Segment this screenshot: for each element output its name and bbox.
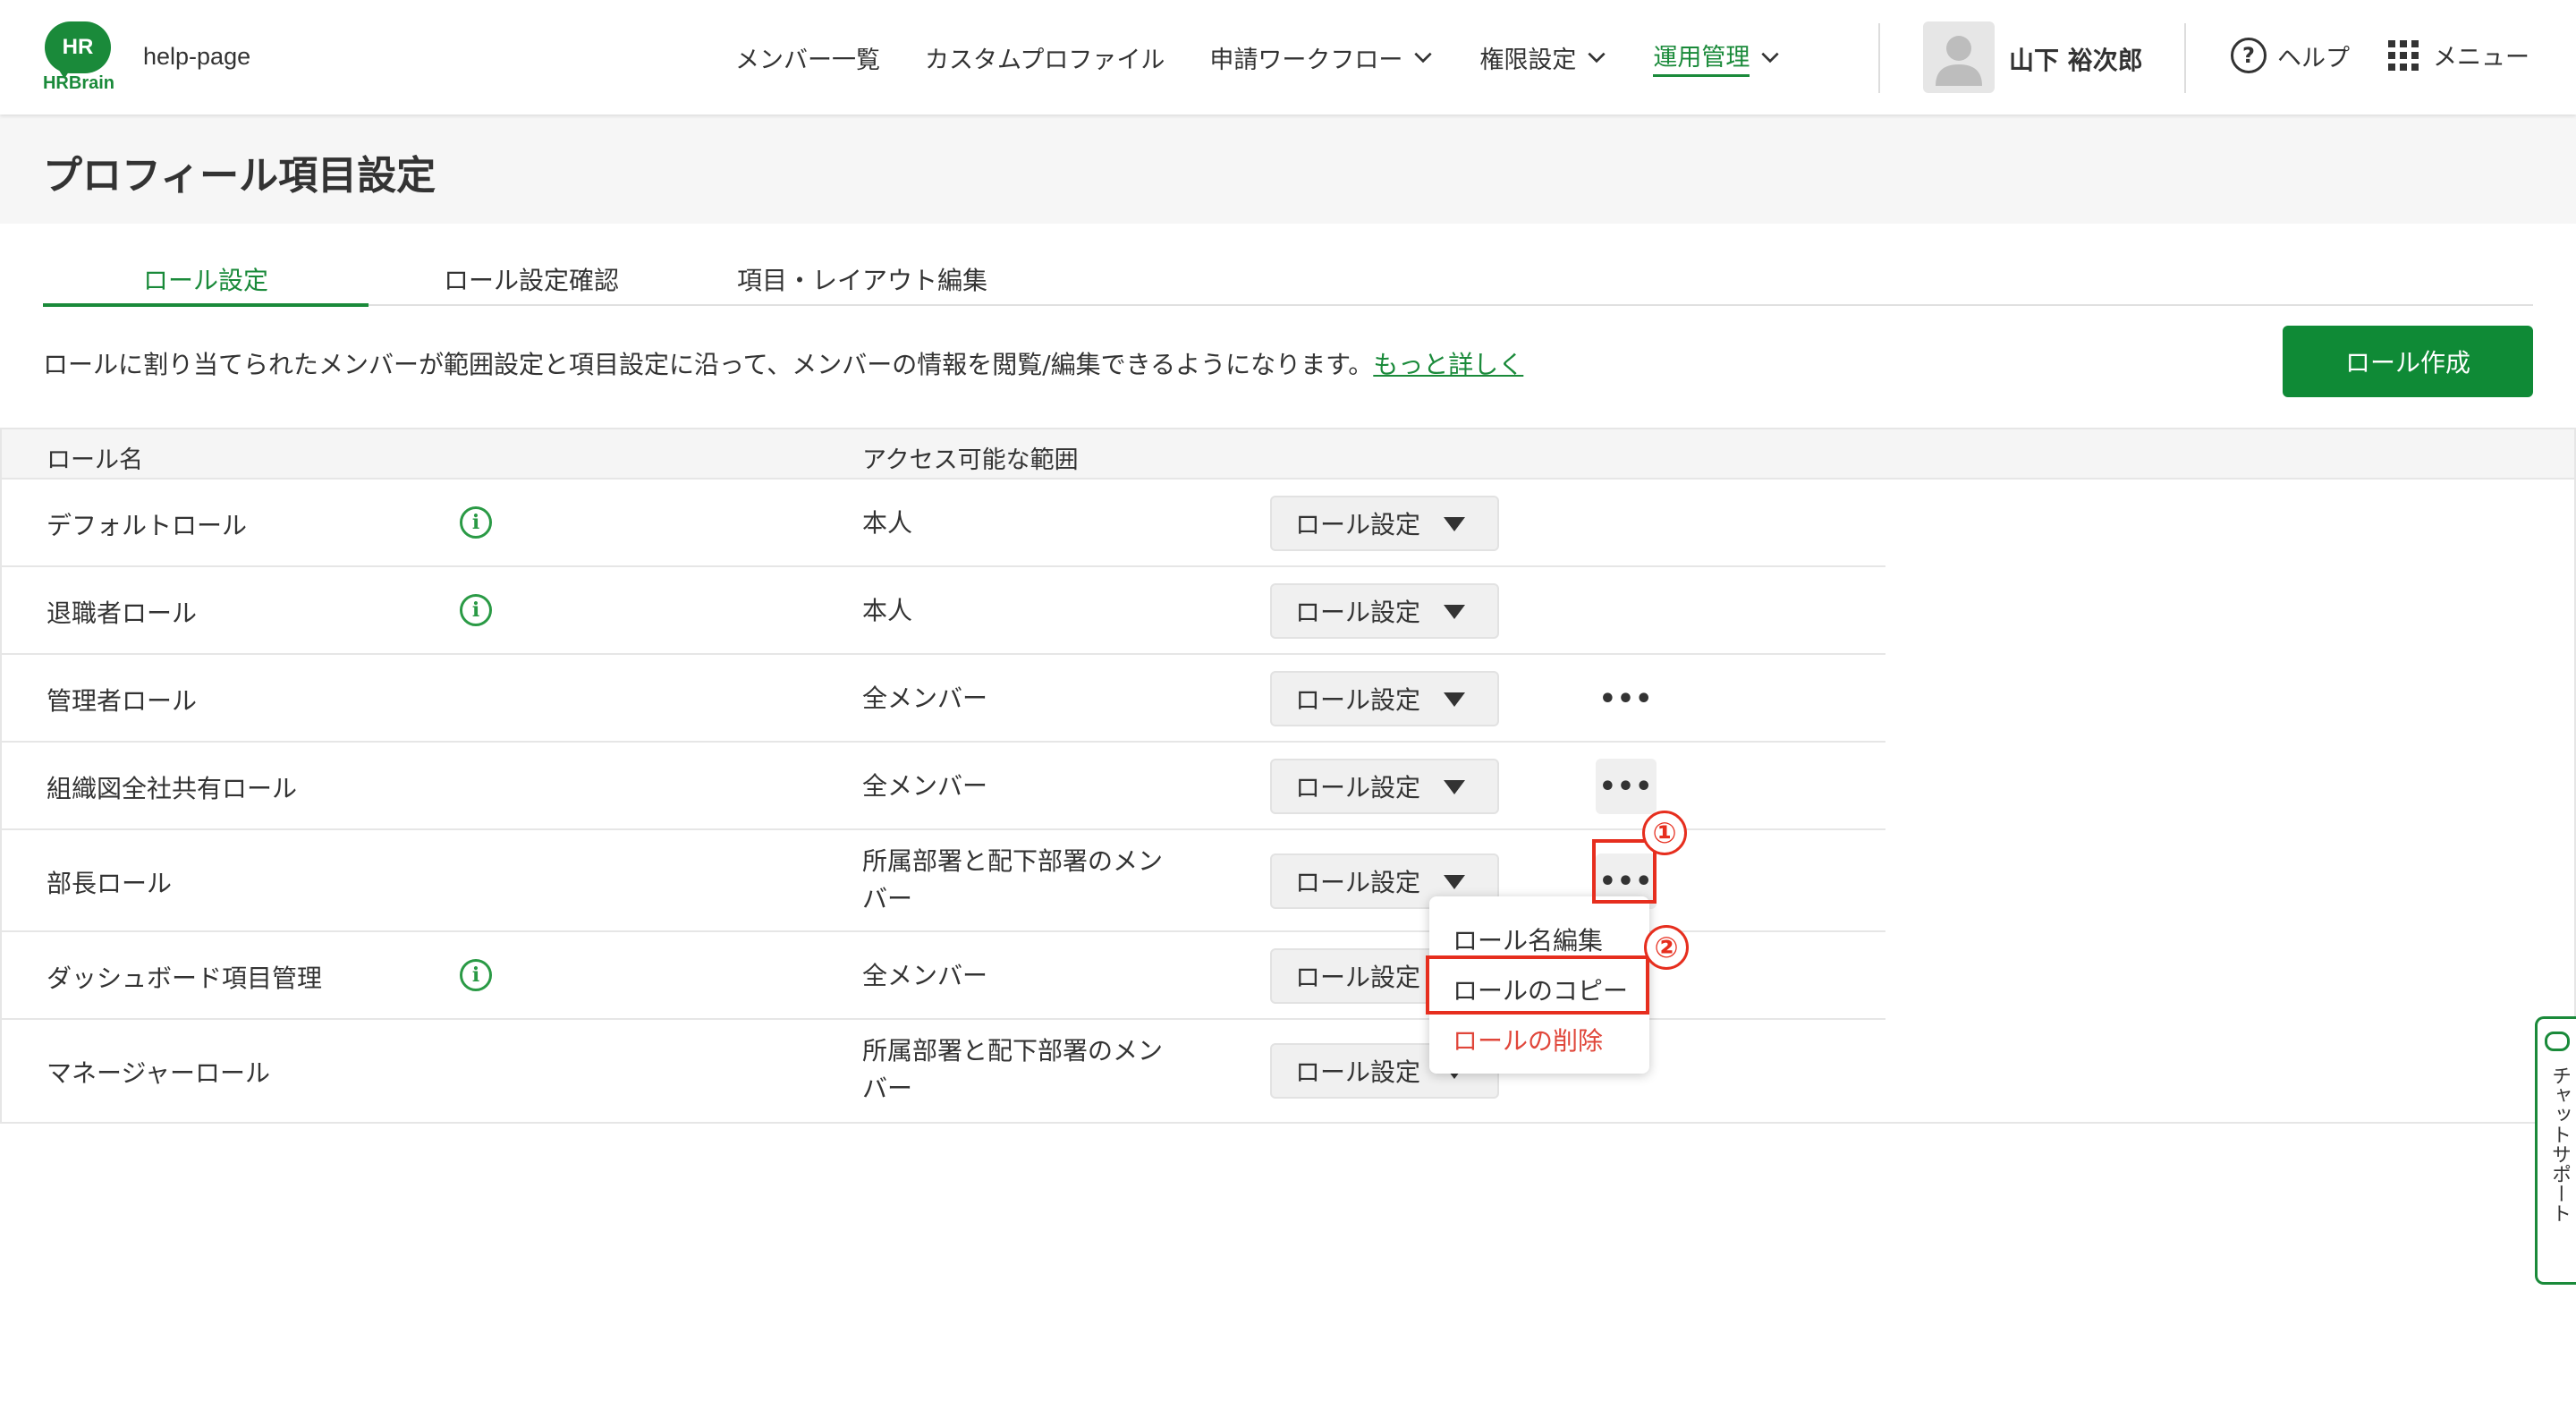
tab-role-confirm[interactable]: ロール設定確認 bbox=[444, 261, 619, 297]
tab-label: 項目・レイアウト編集 bbox=[737, 266, 988, 295]
tab-bar: ロール設定 ロール設定確認 項目・レイアウト編集 bbox=[43, 250, 2533, 307]
role-name: デフォルトロール bbox=[47, 511, 248, 540]
caret-down-icon bbox=[1444, 605, 1465, 619]
role-scope: 本人 bbox=[862, 508, 913, 538]
table-row: 退職者ロール i 本人 ロール設定 bbox=[2, 567, 1885, 655]
role-settings-label: ロール設定 bbox=[1295, 510, 1421, 539]
role-name: 管理者ロール bbox=[47, 686, 198, 716]
role-name: ダッシュボード項目管理 bbox=[47, 964, 323, 993]
user-silhouette-icon bbox=[1936, 36, 1982, 86]
tab-role-settings[interactable]: ロール設定 bbox=[43, 261, 369, 297]
logo-wordmark: HRBrain bbox=[42, 73, 114, 93]
tab-label: ロール設定 bbox=[142, 266, 268, 295]
chat-bubble-icon bbox=[2545, 1032, 2570, 1051]
role-name: 組織図全社共有ロール bbox=[47, 774, 298, 803]
role-scope: 全メンバー bbox=[862, 771, 988, 801]
tab-layout-edit[interactable]: 項目・レイアウト編集 bbox=[737, 261, 987, 297]
header-divider bbox=[2184, 23, 2186, 93]
more-options-button[interactable]: ••• bbox=[1596, 671, 1657, 726]
tab-label: ロール設定確認 bbox=[444, 266, 620, 295]
role-scope: 所属部署と配下部署のメンバー bbox=[862, 1036, 1164, 1103]
column-header-scope: アクセス可能な範囲 bbox=[862, 446, 1079, 474]
info-icon[interactable]: i bbox=[460, 959, 492, 991]
nav-label: カスタムプロファイル bbox=[925, 46, 1165, 74]
nav-label: 申請ワークフロー bbox=[1209, 46, 1403, 74]
question-icon: ? bbox=[2231, 38, 2267, 73]
role-settings-label: ロール設定 bbox=[1295, 963, 1421, 992]
app-header: HR HRBrain help-page メンバー一覧 カスタムプロファイル 申… bbox=[0, 0, 2576, 115]
role-scope: 本人 bbox=[862, 596, 913, 625]
table-row: 管理者ロール 全メンバー ロール設定 ••• bbox=[2, 655, 1885, 743]
role-name: 部長ロール bbox=[47, 869, 173, 898]
description-text: ロールに割り当てられたメンバーが範囲設定と項目設定に沿って、メンバーの情報を閲覧… bbox=[43, 350, 1374, 379]
menu-button[interactable]: メニュー bbox=[2388, 38, 2529, 72]
hrbrain-logo[interactable]: HR HRBrain bbox=[39, 20, 118, 97]
table-row: 組織図全社共有ロール 全メンバー ロール設定 ••• bbox=[2, 743, 1885, 830]
info-icon[interactable]: i bbox=[460, 594, 492, 626]
caret-down-icon bbox=[1444, 517, 1465, 531]
role-name: マネージャーロール bbox=[47, 1058, 271, 1088]
chevron-down-icon bbox=[1761, 52, 1780, 64]
role-scope: 全メンバー bbox=[862, 961, 988, 990]
menu-item-delete-role[interactable]: ロールの削除 bbox=[1453, 1022, 1603, 1057]
main-content: ロール設定 ロール設定確認 項目・レイアウト編集 ロールに割り当てられたメンバー… bbox=[0, 224, 2576, 1401]
chevron-down-icon bbox=[1414, 52, 1433, 64]
header-divider bbox=[1878, 23, 1880, 93]
role-scope: 所属部署と配下部署のメンバー bbox=[862, 846, 1164, 913]
highlight-step1 bbox=[1592, 839, 1657, 904]
avatar[interactable] bbox=[1923, 21, 1995, 93]
help-link[interactable]: ? ヘルプ bbox=[2231, 38, 2350, 73]
caret-down-icon bbox=[1444, 780, 1465, 794]
chat-support-label: チャットサポート bbox=[2548, 1066, 2571, 1223]
active-tab-indicator bbox=[43, 303, 369, 307]
role-settings-dropdown[interactable]: ロール設定 bbox=[1270, 759, 1499, 814]
column-header-name: ロール名 bbox=[47, 446, 143, 474]
role-settings-label: ロール設定 bbox=[1295, 598, 1421, 627]
role-scope: 全メンバー bbox=[862, 684, 988, 713]
nav-label: メンバー一覧 bbox=[735, 46, 880, 74]
learn-more-link[interactable]: もっと詳しく bbox=[1373, 350, 1523, 379]
nav-label: 権限設定 bbox=[1479, 46, 1577, 74]
caret-down-icon bbox=[1444, 875, 1465, 889]
step1-badge: ① bbox=[1642, 811, 1687, 855]
role-settings-label: ロール設定 bbox=[1295, 868, 1421, 897]
role-name: 退職者ロール bbox=[47, 599, 198, 628]
nav-label: 運用管理 bbox=[1653, 38, 1750, 77]
role-settings-label: ロール設定 bbox=[1295, 685, 1421, 715]
role-settings-dropdown[interactable]: ロール設定 bbox=[1270, 496, 1499, 551]
caret-down-icon bbox=[1444, 692, 1465, 707]
table-header: ロール名 アクセス可能な範囲 bbox=[2, 429, 2574, 480]
nav-operations[interactable]: 運用管理 bbox=[1653, 38, 1782, 77]
step2-badge: ② bbox=[1644, 925, 1689, 970]
nav-custom-profile[interactable]: カスタムプロファイル bbox=[925, 38, 1165, 77]
chat-support-tab[interactable]: チャットサポート bbox=[2535, 1016, 2576, 1285]
nav-permissions[interactable]: 権限設定 bbox=[1479, 38, 1608, 77]
page-title: プロフィール項目設定 bbox=[43, 153, 436, 199]
highlight-step2 bbox=[1426, 955, 1649, 1015]
role-settings-dropdown[interactable]: ロール設定 bbox=[1270, 671, 1499, 726]
menu-item-edit-name[interactable]: ロール名編集 bbox=[1453, 921, 1603, 957]
info-icon[interactable]: i bbox=[460, 506, 492, 539]
role-settings-dropdown[interactable]: ロール設定 bbox=[1270, 583, 1499, 639]
role-settings-label: ロール設定 bbox=[1295, 1057, 1421, 1087]
chevron-down-icon bbox=[1588, 52, 1606, 64]
nav-member-list[interactable]: メンバー一覧 bbox=[735, 38, 880, 77]
roles-table: ロール名 アクセス可能な範囲 デフォルトロール i 本人 ロール設定 退職者ロー… bbox=[0, 428, 2576, 1124]
grid-menu-icon bbox=[2388, 39, 2419, 71]
menu-label: メニュー bbox=[2433, 44, 2529, 72]
page-description: ロールに割り当てられたメンバーが範囲設定と項目設定に沿って、メンバーの情報を閲覧… bbox=[43, 345, 1523, 381]
site-name: help-page bbox=[143, 43, 251, 70]
main-nav: メンバー一覧 カスタムプロファイル 申請ワークフロー 権限設定 運用管理 bbox=[735, 38, 1782, 77]
table-row: デフォルトロール i 本人 ロール設定 bbox=[2, 480, 1885, 567]
help-label: ヘルプ bbox=[2277, 44, 2350, 72]
nav-workflow[interactable]: 申請ワークフロー bbox=[1209, 38, 1435, 77]
user-name[interactable]: 山下 裕次郎 bbox=[2009, 41, 2143, 77]
role-settings-label: ロール設定 bbox=[1295, 773, 1421, 802]
create-role-button[interactable]: ロール作成 bbox=[2283, 326, 2533, 397]
more-options-button[interactable]: ••• bbox=[1596, 759, 1657, 814]
